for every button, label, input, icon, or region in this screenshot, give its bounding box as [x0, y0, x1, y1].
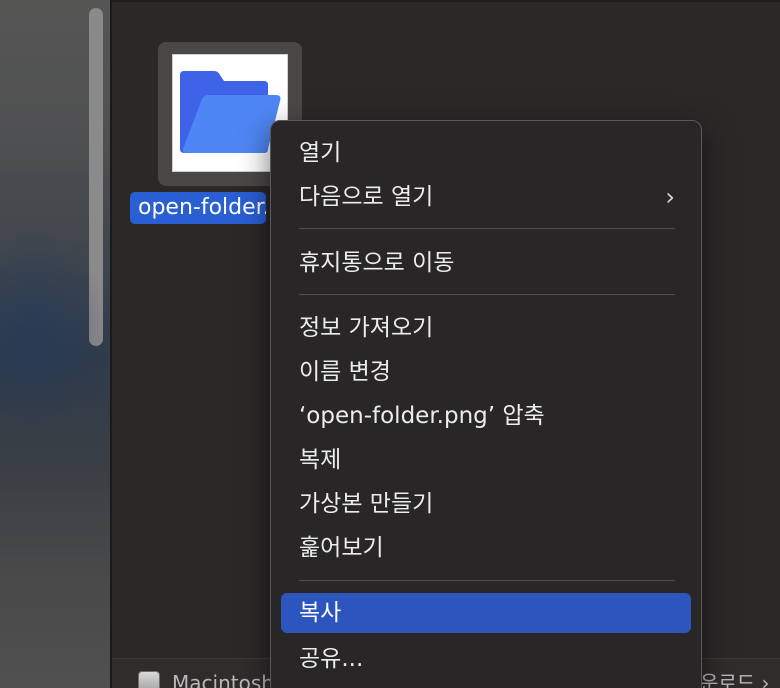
menu-item-copy[interactable]: 복사 [281, 593, 691, 633]
file-name-label[interactable]: open-folder.png [130, 192, 266, 224]
menu-item-share[interactable]: 공유... [281, 639, 691, 679]
menu-item-label: 휴지통으로 이동 [299, 250, 455, 276]
menu-item-make-alias[interactable]: 가상본 만들기 [281, 484, 691, 524]
menu-item-label: 이름 변경 [299, 359, 391, 385]
menu-item-quick-look[interactable]: 훑어보기 [281, 528, 691, 568]
sidebar-backdrop [0, 0, 110, 688]
menu-item-label: 열기 [299, 140, 342, 166]
context-menu: 열기 다음으로 열기 › 휴지통으로 이동 정보 가져오기 이름 변경 ‘ope… [270, 120, 702, 688]
menu-item-label: 복사 [299, 600, 342, 626]
path-folder-label[interactable]: 운로드 › [700, 671, 770, 688]
menu-item-label: 공유... [299, 646, 364, 672]
chevron-right-icon: › [665, 183, 675, 211]
menu-item-label: 정보 가져오기 [299, 315, 434, 341]
menu-separator [299, 580, 675, 581]
menu-item-label: 훑어보기 [299, 535, 384, 561]
menu-separator [299, 294, 675, 295]
menu-item-compress[interactable]: ‘open-folder.png’ 압축 [281, 396, 691, 436]
menu-item-duplicate[interactable]: 복제 [281, 440, 691, 480]
menu-item-label: ‘open-folder.png’ 압축 [299, 403, 545, 429]
sidebar-scrollbar[interactable] [89, 8, 103, 346]
hard-disk-icon[interactable] [138, 671, 160, 688]
menu-item-label: 복제 [299, 447, 342, 473]
menu-item-get-info[interactable]: 정보 가져오기 [281, 308, 691, 348]
menu-item-move-to-trash[interactable]: 휴지통으로 이동 [281, 243, 691, 283]
menu-item-rename[interactable]: 이름 변경 [281, 352, 691, 392]
menu-item-label: 다음으로 열기 [299, 184, 434, 210]
menu-item-open-with[interactable]: 다음으로 열기 › [281, 177, 691, 217]
finder-window: open-folder.png Macintosh 운로드 › 열기 다음으로 … [0, 0, 780, 688]
menu-item-label: 가상본 만들기 [299, 491, 434, 517]
folder-icon [180, 71, 281, 153]
path-disk-label[interactable]: Macintosh [172, 671, 274, 688]
menu-item-open[interactable]: 열기 [281, 133, 691, 173]
menu-separator [299, 228, 675, 229]
